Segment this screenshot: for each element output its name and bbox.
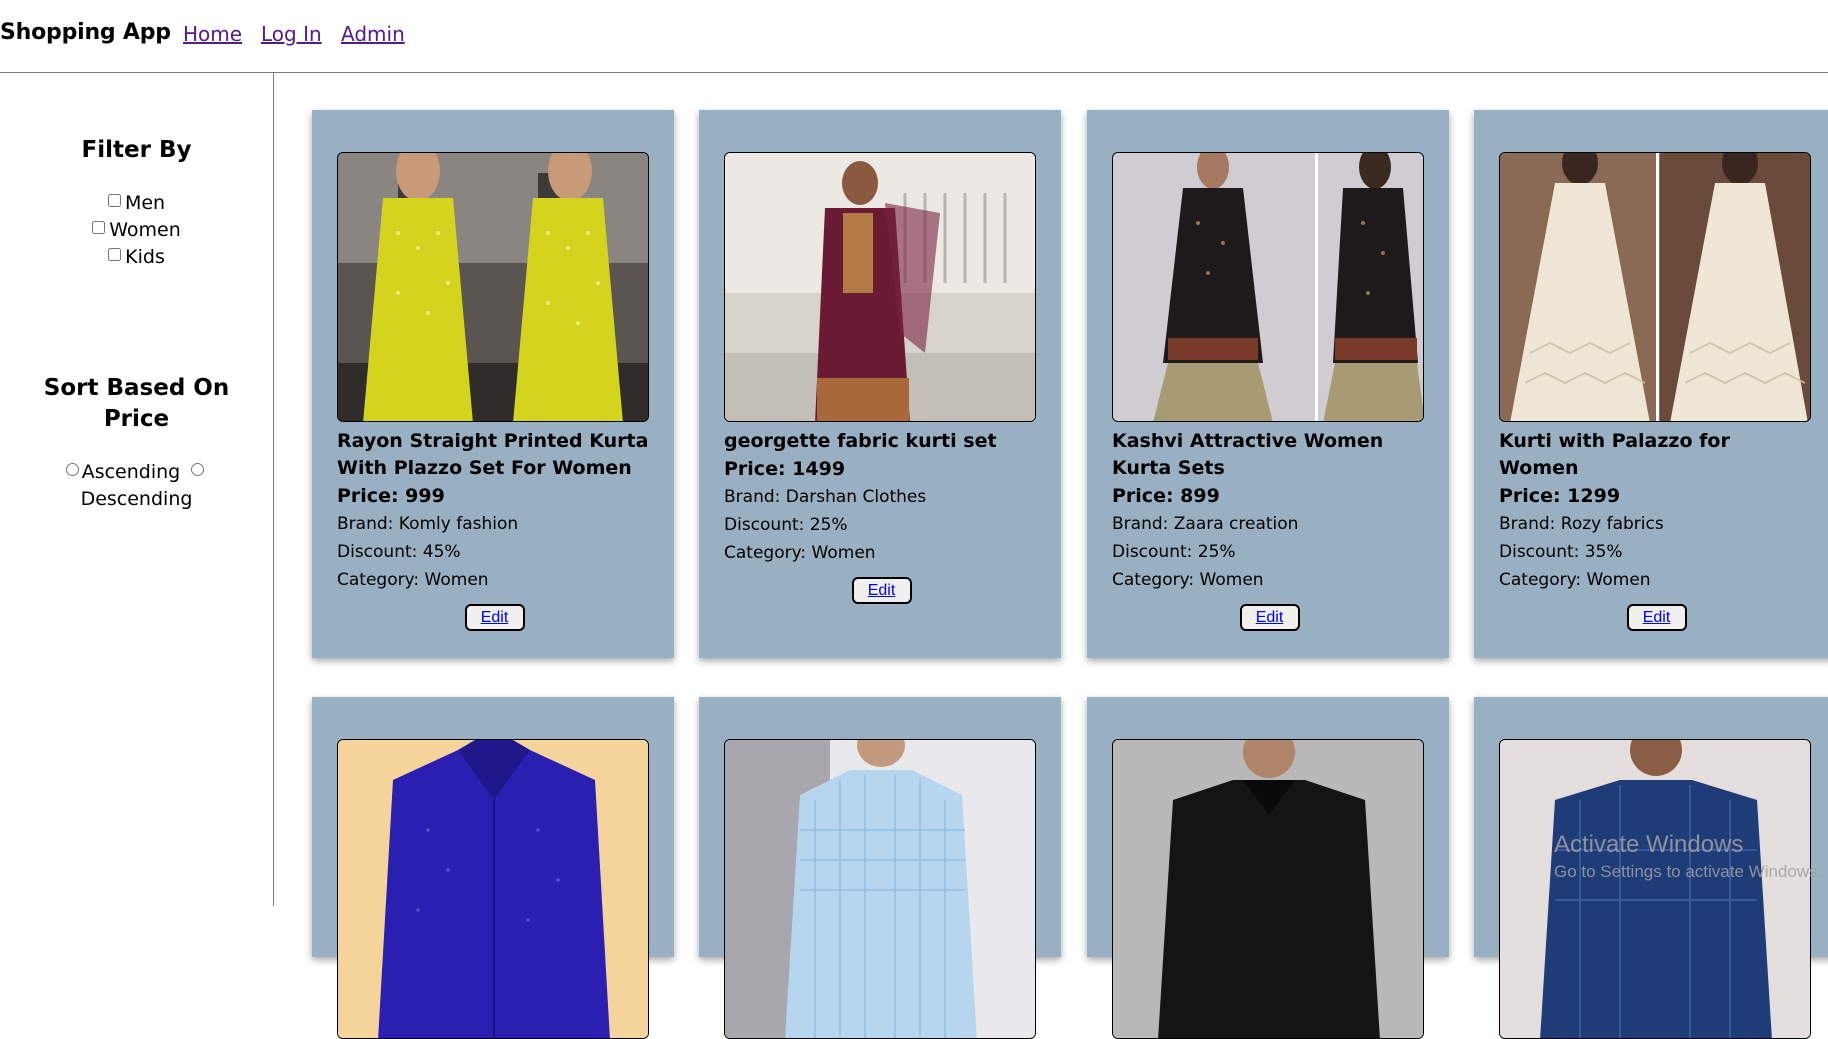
product-card: Rayon Straight Printed Kurta With Plazzo… xyxy=(312,110,674,658)
product-card: Kurti with Palazzo for Women Price: 1299… xyxy=(1474,110,1828,658)
sort-heading: Sort Based On Price xyxy=(43,375,230,432)
product-category: Category: Women xyxy=(1499,570,1651,590)
sort-radio-group: Ascending Descending xyxy=(40,459,233,513)
product-details: Kurti with Palazzo for Women Price: 1299… xyxy=(1499,428,1814,631)
filter-kids[interactable]: Kids xyxy=(0,244,273,271)
product-image xyxy=(337,739,649,1039)
product-image xyxy=(724,739,1036,1039)
sort-descending-label: Descending xyxy=(80,488,193,510)
product-price: Price: 899 xyxy=(1112,485,1220,507)
product-card: Kashvi Attractive Women Kurta Sets Price… xyxy=(1087,110,1449,658)
product-details: georgette fabric kurti set Price: 1499 B… xyxy=(724,428,1039,604)
product-category: Category: Women xyxy=(337,570,489,590)
product-brand: Brand: Darshan Clothes xyxy=(724,487,927,507)
sort-descending-radio[interactable] xyxy=(191,463,205,476)
product-category: Category: Women xyxy=(1112,570,1264,590)
product-image xyxy=(337,152,649,422)
product-card: georgette fabric kurti set Price: 1499 B… xyxy=(699,110,1061,658)
watermark-title: Activate Windows xyxy=(1554,831,1744,858)
product-price: Price: 999 xyxy=(337,485,445,507)
yellow-kurta-photo xyxy=(338,153,648,421)
nav-link-login[interactable]: Log In xyxy=(261,22,322,46)
edit-button[interactable]: Edit xyxy=(1239,604,1300,631)
product-card xyxy=(1474,697,1828,1039)
product-card xyxy=(312,697,674,1039)
top-navbar: Shopping App Home Log In Admin xyxy=(0,0,1828,73)
windows-activation-watermark: Activate Windows Go to Settings to activ… xyxy=(1554,830,1822,884)
black-shirt-photo xyxy=(1113,740,1423,1038)
product-details: Rayon Straight Printed Kurta With Plazzo… xyxy=(337,428,652,631)
product-image xyxy=(1112,152,1424,422)
maroon-kurti-photo xyxy=(725,153,1035,421)
product-card xyxy=(699,697,1061,1039)
edit-button[interactable]: Edit xyxy=(464,604,525,631)
product-brand: Brand: Komly fashion xyxy=(337,514,519,534)
filter-women-checkbox[interactable] xyxy=(92,221,106,234)
blue-polka-shirt-photo xyxy=(338,740,648,1038)
filter-women-label: Women xyxy=(109,219,181,241)
blue-check-shirt-photo xyxy=(1500,740,1810,1038)
filter-women[interactable]: Women xyxy=(0,217,273,244)
filter-sidebar: Filter By Men Women Kids Sort Based On P… xyxy=(0,73,274,906)
product-image xyxy=(1499,739,1811,1039)
product-price: Price: 1299 xyxy=(1499,485,1621,507)
edit-button[interactable]: Edit xyxy=(851,577,912,604)
product-discount: Discount: 45% xyxy=(337,542,461,562)
product-brand: Brand: Zaara creation xyxy=(1112,514,1299,534)
product-discount: Discount: 35% xyxy=(1499,542,1623,562)
product-price: Price: 1499 xyxy=(724,458,846,480)
filter-heading: Filter By xyxy=(81,137,192,163)
product-title: georgette fabric kurti set xyxy=(724,430,997,452)
filter-kids-checkbox[interactable] xyxy=(108,248,122,261)
product-brand: Brand: Rozy fabrics xyxy=(1499,514,1664,534)
filter-kids-label: Kids xyxy=(125,246,165,268)
product-card xyxy=(1087,697,1449,1039)
nav-link-home[interactable]: Home xyxy=(183,22,242,46)
product-discount: Discount: 25% xyxy=(724,515,848,535)
product-title: Kurti with Palazzo for Women xyxy=(1499,430,1730,479)
product-details: Kashvi Attractive Women Kurta Sets Price… xyxy=(1112,428,1427,631)
white-kurti-photo xyxy=(1500,153,1810,421)
product-image xyxy=(1112,739,1424,1039)
product-discount: Discount: 25% xyxy=(1112,542,1236,562)
filter-men-checkbox[interactable] xyxy=(107,194,121,207)
filter-men-label: Men xyxy=(124,192,166,214)
product-image xyxy=(1499,152,1811,422)
product-title: Kashvi Attractive Women Kurta Sets xyxy=(1112,430,1384,479)
nav-link-admin[interactable]: Admin xyxy=(341,22,405,46)
sort-ascending-label: Ascending xyxy=(81,461,181,483)
watermark-subtitle: Go to Settings to activate Windows. xyxy=(1554,862,1823,881)
app-brand: Shopping App xyxy=(0,20,171,45)
light-blue-check-shirt-photo xyxy=(725,740,1035,1038)
filter-men[interactable]: Men xyxy=(0,190,273,217)
edit-button[interactable]: Edit xyxy=(1626,604,1687,631)
product-title: Rayon Straight Printed Kurta With Plazzo… xyxy=(337,430,649,479)
sort-ascending-radio[interactable] xyxy=(65,463,79,476)
filter-list: Men Women Kids xyxy=(0,190,273,271)
black-kurta-photo xyxy=(1113,153,1423,421)
product-category: Category: Women xyxy=(724,543,876,563)
product-image xyxy=(724,152,1036,422)
